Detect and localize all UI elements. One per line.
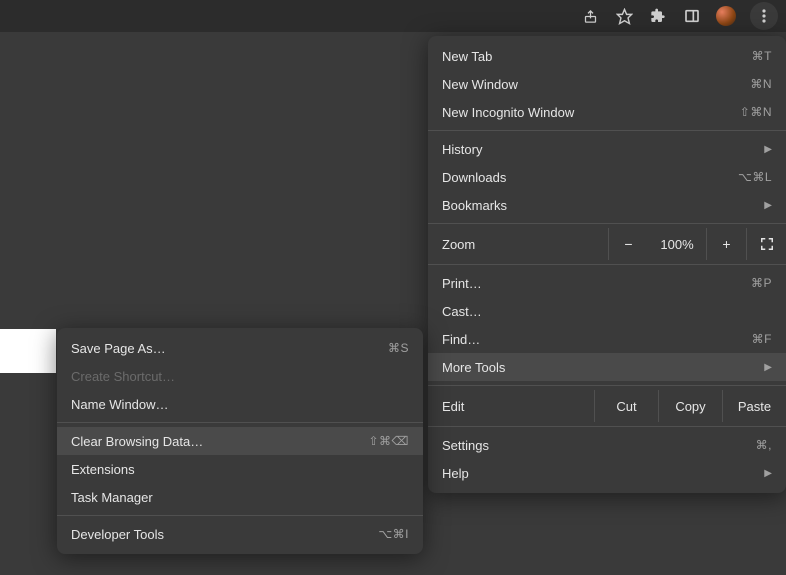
menu-separator [428, 223, 786, 224]
menu-label: Bookmarks [442, 198, 764, 213]
menu-shortcut: ⇧⌘N [740, 105, 772, 119]
menu-shortcut: ⌘N [750, 77, 772, 91]
menu-label: Find… [442, 332, 752, 347]
menu-shortcut: ⌘T [752, 49, 772, 63]
menu-item-new-window[interactable]: New Window ⌘N [428, 70, 786, 98]
menu-label: New Incognito Window [442, 105, 740, 120]
submenu-arrow-icon: ▶ [764, 200, 772, 211]
menu-shortcut: ⌥⌘I [378, 527, 409, 541]
more-tools-submenu: Save Page As… ⌘S Create Shortcut… Name W… [57, 328, 423, 554]
menu-item-history[interactable]: History ▶ [428, 135, 786, 163]
menu-separator [57, 422, 423, 423]
menu-shortcut: ⌘P [751, 276, 772, 290]
menu-label: Task Manager [71, 490, 409, 505]
browser-toolbar [0, 0, 786, 32]
menu-item-new-tab[interactable]: New Tab ⌘T [428, 42, 786, 70]
menu-label: Create Shortcut… [71, 369, 409, 384]
menu-shortcut: ⌘, [756, 438, 772, 452]
share-icon[interactable] [580, 6, 600, 26]
main-menu: New Tab ⌘T New Window ⌘N New Incognito W… [428, 36, 786, 493]
menu-label: New Window [442, 77, 750, 92]
star-icon[interactable] [614, 6, 634, 26]
submenu-item-create-shortcut: Create Shortcut… [57, 362, 423, 390]
menu-label: Clear Browsing Data… [71, 434, 368, 449]
submenu-item-name-window[interactable]: Name Window… [57, 390, 423, 418]
submenu-item-extensions[interactable]: Extensions [57, 455, 423, 483]
submenu-item-developer-tools[interactable]: Developer Tools ⌥⌘I [57, 520, 423, 548]
cut-button[interactable]: Cut [594, 390, 658, 422]
paste-button[interactable]: Paste [722, 390, 786, 422]
menu-label: Settings [442, 438, 756, 453]
menu-label: Extensions [71, 462, 409, 477]
page-content-fragment [0, 329, 56, 373]
submenu-item-save-page[interactable]: Save Page As… ⌘S [57, 334, 423, 362]
puzzle-icon[interactable] [648, 6, 668, 26]
menu-item-bookmarks[interactable]: Bookmarks ▶ [428, 191, 786, 219]
menu-item-settings[interactable]: Settings ⌘, [428, 431, 786, 459]
sidepanel-icon[interactable] [682, 6, 702, 26]
menu-label: New Tab [442, 49, 752, 64]
menu-label: Print… [442, 276, 751, 291]
zoom-controls: − 100% + [608, 228, 786, 260]
menu-label: Save Page As… [71, 341, 388, 356]
edit-label: Edit [442, 399, 594, 414]
zoom-out-button[interactable]: − [608, 228, 648, 260]
menu-item-cast[interactable]: Cast… [428, 297, 786, 325]
menu-shortcut: ⌘F [752, 332, 772, 346]
menu-label: Downloads [442, 170, 738, 185]
submenu-item-clear-browsing-data[interactable]: Clear Browsing Data… ⇧⌘⌫ [57, 427, 423, 455]
menu-separator [428, 264, 786, 265]
profile-avatar[interactable] [716, 6, 736, 26]
menu-label: Cast… [442, 304, 772, 319]
menu-label: Help [442, 466, 764, 481]
menu-separator [428, 385, 786, 386]
menu-label: Name Window… [71, 397, 409, 412]
menu-label: History [442, 142, 764, 157]
kebab-menu-button[interactable] [750, 2, 778, 30]
menu-item-help[interactable]: Help ▶ [428, 459, 786, 487]
menu-shortcut: ⇧⌘⌫ [368, 434, 409, 448]
menu-item-more-tools[interactable]: More Tools ▶ [428, 353, 786, 381]
menu-label: More Tools [442, 360, 764, 375]
zoom-label: Zoom [442, 237, 608, 252]
submenu-arrow-icon: ▶ [764, 144, 772, 155]
menu-separator [428, 130, 786, 131]
menu-item-print[interactable]: Print… ⌘P [428, 269, 786, 297]
menu-separator [57, 515, 423, 516]
submenu-arrow-icon: ▶ [764, 362, 772, 373]
menu-item-zoom: Zoom − 100% + [428, 228, 786, 260]
menu-shortcut: ⌥⌘L [738, 170, 772, 184]
zoom-level: 100% [648, 237, 706, 252]
menu-item-find[interactable]: Find… ⌘F [428, 325, 786, 353]
submenu-item-task-manager[interactable]: Task Manager [57, 483, 423, 511]
menu-shortcut: ⌘S [388, 341, 409, 355]
menu-separator [428, 426, 786, 427]
menu-label: Developer Tools [71, 527, 378, 542]
menu-item-edit: Edit Cut Copy Paste [428, 390, 786, 422]
menu-item-downloads[interactable]: Downloads ⌥⌘L [428, 163, 786, 191]
zoom-in-button[interactable]: + [706, 228, 746, 260]
fullscreen-button[interactable] [746, 228, 786, 260]
menu-item-new-incognito[interactable]: New Incognito Window ⇧⌘N [428, 98, 786, 126]
copy-button[interactable]: Copy [658, 390, 722, 422]
submenu-arrow-icon: ▶ [764, 468, 772, 479]
